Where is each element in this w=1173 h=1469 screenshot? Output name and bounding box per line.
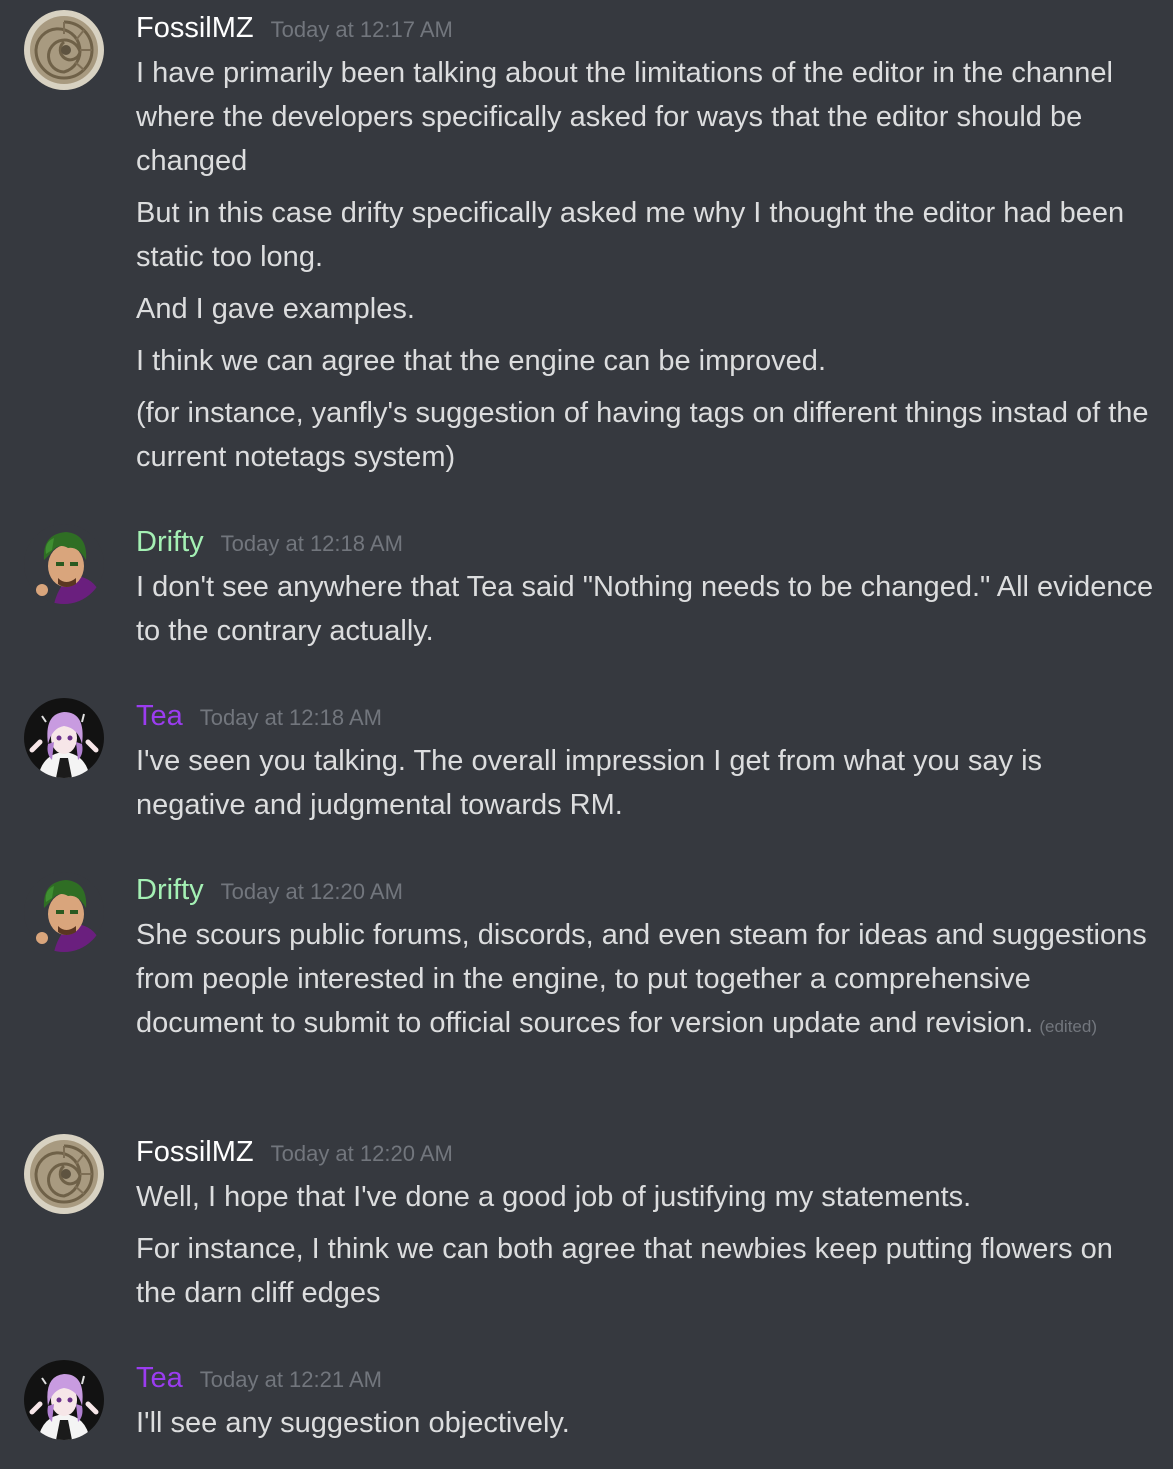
- drifty-avatar-icon[interactable]: [24, 524, 104, 604]
- username[interactable]: FossilMZ: [136, 8, 254, 48]
- username[interactable]: FossilMZ: [136, 1132, 254, 1172]
- tea-avatar-icon[interactable]: [24, 698, 104, 778]
- username[interactable]: Tea: [136, 696, 183, 736]
- edited-label: (edited): [1039, 1017, 1097, 1036]
- message-header: Tea Today at 12:21 AM: [136, 1358, 382, 1398]
- username[interactable]: Tea: [136, 1358, 183, 1398]
- message-text: I've seen you talking. The overall impre…: [136, 745, 1043, 821]
- message-text: Well, I hope that I've done a good job o…: [136, 1181, 972, 1213]
- message-text: I think we can agree that the engine can…: [136, 345, 826, 377]
- timestamp: Today at 12:18 AM: [199, 705, 382, 730]
- message-header: Drifty Today at 12:20 AM: [136, 870, 403, 910]
- message-text: But in this case drifty specifically ask…: [136, 197, 1125, 273]
- message-header: Tea Today at 12:18 AM: [136, 696, 382, 736]
- ammonite-fossil-avatar-icon[interactable]: [24, 10, 104, 90]
- message-body: She scours public forums, discords, and …: [136, 919, 1147, 1039]
- message-text: I'll see any suggestion objectively.: [136, 1407, 570, 1439]
- timestamp: Today at 12:20 AM: [220, 879, 403, 904]
- message-header: FossilMZ Today at 12:17 AM: [136, 8, 453, 48]
- tea-avatar-icon[interactable]: [24, 1360, 104, 1440]
- message-text: And I gave examples.: [136, 293, 415, 325]
- message-header: FossilMZ Today at 12:20 AM: [136, 1132, 453, 1172]
- message-text: I don't see anywhere that Tea said "Noth…: [136, 571, 1154, 647]
- username[interactable]: Drifty: [136, 522, 204, 562]
- drifty-avatar-icon[interactable]: [24, 872, 104, 952]
- chat-messages: FossilMZ Today at 12:17 AM I have primar…: [0, 0, 1173, 1469]
- message-text: She scours public forums, discords, and …: [136, 913, 1156, 1049]
- message-text: For instance, I think we can both agree …: [136, 1233, 1113, 1309]
- message-text: I have primarily been talking about the …: [136, 57, 1113, 177]
- message-header: Drifty Today at 12:18 AM: [136, 522, 403, 562]
- timestamp: Today at 12:18 AM: [220, 531, 403, 556]
- timestamp: Today at 12:20 AM: [270, 1141, 453, 1166]
- ammonite-fossil-avatar-icon[interactable]: [24, 1134, 104, 1214]
- username[interactable]: Drifty: [136, 870, 204, 910]
- message-text: (for instance, yanfly's suggestion of ha…: [136, 397, 1149, 473]
- timestamp: Today at 12:17 AM: [270, 17, 453, 42]
- timestamp: Today at 12:21 AM: [199, 1367, 382, 1392]
